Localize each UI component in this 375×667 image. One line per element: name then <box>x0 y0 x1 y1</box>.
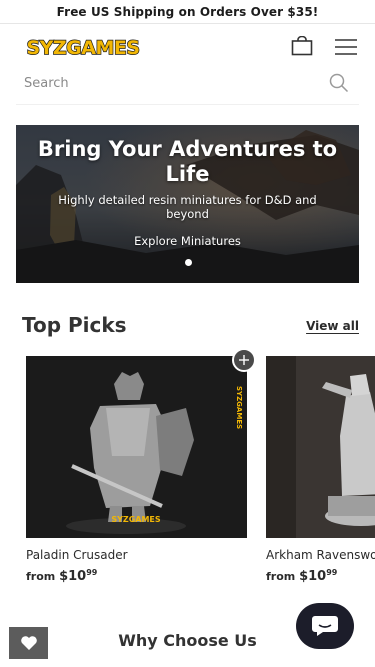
chat-button[interactable] <box>296 603 354 649</box>
announcement-bar: Free US Shipping on Orders Over $35! <box>0 0 375 24</box>
paladin-miniature-image: SYZGAMES SYZGAMES <box>26 356 247 538</box>
site-header: SYZGAMES <box>0 24 375 66</box>
plus-icon <box>239 355 249 365</box>
shopping-bag-icon[interactable] <box>291 36 313 56</box>
announcement-text: Free US Shipping on Orders Over $35! <box>56 4 319 19</box>
top-picks-header: Top Picks View all <box>22 312 359 340</box>
heart-icon <box>20 636 37 650</box>
syzgames-logo[interactable]: SYZGAMES <box>17 35 149 59</box>
product-price: from $1099 <box>26 568 247 584</box>
logo-text: SYZGAMES <box>26 37 139 59</box>
slide-indicator-dot[interactable] <box>185 259 192 266</box>
search-divider <box>16 104 359 105</box>
chat-bubble-icon <box>312 616 338 636</box>
side-watermark-text: SYZGAMES <box>235 386 243 429</box>
hero-title: Bring Your Adventures to Life <box>37 137 338 186</box>
product-card[interactable]: Arkham Ravenswood from $1099 <box>266 356 375 584</box>
product-name[interactable]: Paladin Crusader <box>26 548 247 562</box>
search-bar <box>24 66 351 100</box>
wishlist-button[interactable] <box>9 627 48 659</box>
price-prefix: from <box>26 570 56 583</box>
search-icon[interactable] <box>329 73 349 93</box>
product-name[interactable]: Arkham Ravenswood <box>266 548 375 562</box>
price-main: $10 <box>59 569 87 584</box>
watermark-text: SYZGAMES <box>111 515 161 524</box>
product-card[interactable]: SYZGAMES SYZGAMES Paladin Crusader from … <box>26 356 247 584</box>
product-image[interactable] <box>266 356 375 538</box>
arkham-miniature-image <box>266 356 375 538</box>
top-picks-title: Top Picks <box>22 313 127 337</box>
hero-subtitle: Highly detailed resin miniatures for D&D… <box>58 193 317 221</box>
hero-banner[interactable]: Bring Your Adventures to Life Highly det… <box>16 125 359 283</box>
quick-add-button[interactable] <box>232 348 256 372</box>
price-cents: 99 <box>326 568 338 577</box>
price-main: $10 <box>299 569 327 584</box>
view-all-link[interactable]: View all <box>306 319 359 333</box>
explore-miniatures-link[interactable]: Explore Miniatures <box>16 234 359 248</box>
search-input[interactable] <box>24 75 314 91</box>
product-image[interactable]: SYZGAMES SYZGAMES <box>26 356 247 538</box>
product-price: from $1099 <box>266 568 375 584</box>
price-prefix: from <box>266 570 296 583</box>
price-cents: 99 <box>86 568 98 577</box>
hamburger-menu-icon[interactable] <box>334 38 358 56</box>
product-carousel[interactable]: SYZGAMES SYZGAMES Paladin Crusader from … <box>0 356 375 596</box>
